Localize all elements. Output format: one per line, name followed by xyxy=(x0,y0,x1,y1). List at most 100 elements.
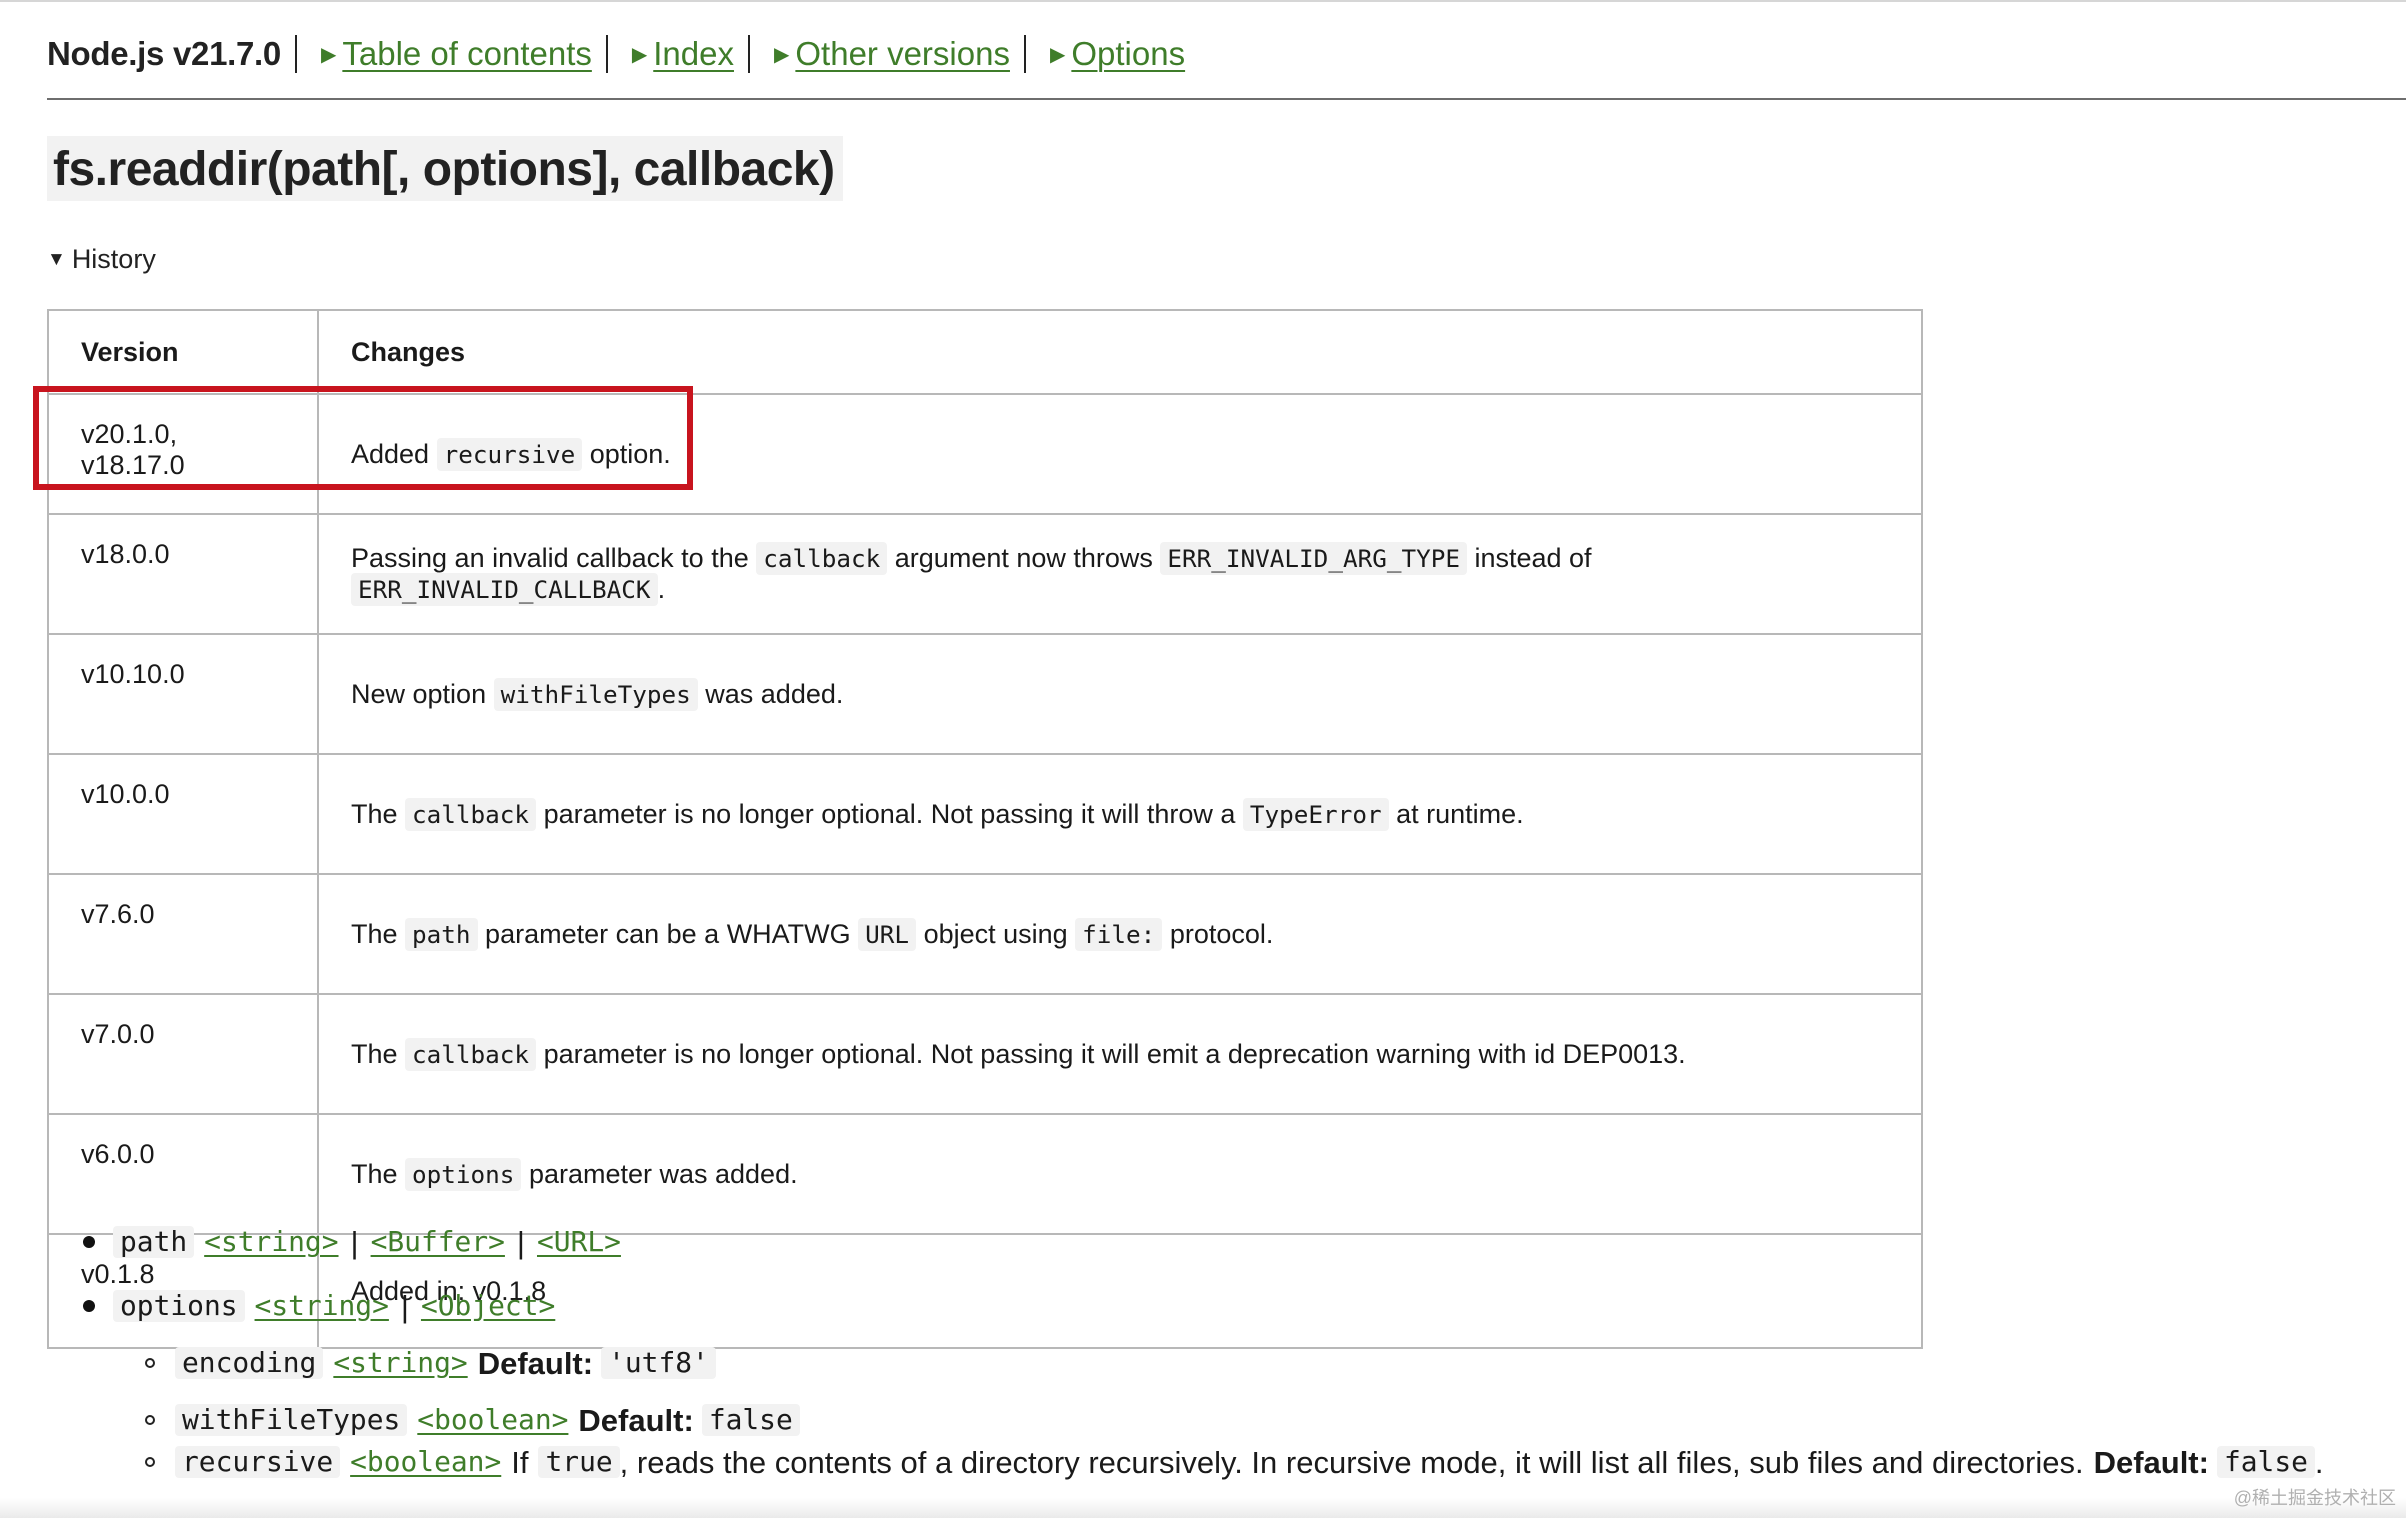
history-toggle[interactable]: ▼ History xyxy=(47,244,156,275)
description: , reads the contents of a directory recu… xyxy=(619,1444,2084,1480)
changes-cell: The callback parameter is no longer opti… xyxy=(317,753,1923,875)
type-link-string[interactable]: <string> xyxy=(204,1228,338,1256)
list-item-recursive: recursive <boolean> If true , reads the … xyxy=(47,1446,2324,1478)
list-item-withfiletypes: withFileTypes <boolean> Default: false xyxy=(47,1388,2324,1452)
text: The xyxy=(351,918,406,949)
triangle-right-icon: ▶ xyxy=(773,43,790,66)
changes-column-header: Changes xyxy=(317,309,1923,395)
table-row: v20.1.0, v18.17.0 Added recursive option… xyxy=(47,393,1923,515)
version-cell: v10.0.0 xyxy=(47,753,319,875)
table-row: v10.0.0 The callback parameter is no lon… xyxy=(47,753,1923,875)
code-span: callback xyxy=(405,1037,537,1071)
header-nav: Node.js v21.7.0 ▶ Table of contents ▶ In… xyxy=(47,0,2406,100)
doc-page: Node.js v21.7.0 ▶ Table of contents ▶ In… xyxy=(47,0,2406,1478)
options-link[interactable]: ▶ Options xyxy=(1050,35,1185,73)
default-value: false xyxy=(701,1404,800,1436)
default-value: 'utf8' xyxy=(601,1347,716,1379)
text: parameter is no longer optional. Not pas… xyxy=(536,1038,1686,1069)
changes-cell: Added recursive option. xyxy=(317,393,1923,515)
list-item-encoding: encoding <string> Default: 'utf8' xyxy=(47,1338,2324,1388)
list-item-options: options <string> | <Object> xyxy=(47,1274,2324,1338)
text: parameter was added. xyxy=(521,1158,798,1189)
text: argument now throws xyxy=(887,543,1161,573)
type-link-boolean[interactable]: <boolean> xyxy=(417,1406,568,1434)
bullet-icon xyxy=(83,1236,95,1248)
options-link-label: Options xyxy=(1071,35,1186,72)
param-name: encoding xyxy=(175,1347,324,1379)
code-span: callback xyxy=(405,797,537,831)
code-span: recursive xyxy=(436,437,583,471)
code-span: file: xyxy=(1075,917,1163,951)
table-row: v10.10.0 New option withFileTypes was ad… xyxy=(47,633,1923,755)
changes-cell: The callback parameter is no longer opti… xyxy=(317,993,1923,1115)
parameter-list: path <string> | <Buffer> | <URL> options… xyxy=(47,1210,2324,1478)
triangle-right-icon: ▶ xyxy=(631,43,648,66)
text: New option xyxy=(351,678,494,709)
text: at runtime. xyxy=(1388,798,1524,829)
toc-link[interactable]: ▶ Table of contents xyxy=(321,35,592,73)
text: Added xyxy=(351,438,437,469)
text: The xyxy=(351,1158,406,1189)
type-link-buffer[interactable]: <Buffer> xyxy=(371,1228,505,1256)
text: parameter is no longer optional. Not pas… xyxy=(536,798,1243,829)
table-header-row: Version Changes xyxy=(47,309,1923,395)
type-link-string[interactable]: <string> xyxy=(255,1292,389,1320)
table-row: v18.0.0 Passing an invalid callback to t… xyxy=(47,513,1923,635)
table-row: v7.6.0 The path parameter can be a WHATW… xyxy=(47,873,1923,995)
separator: | xyxy=(400,1288,409,1324)
text: . xyxy=(2314,1444,2324,1480)
other-versions-link[interactable]: ▶ Other versions xyxy=(774,35,1010,73)
text: instead of xyxy=(1466,543,1592,573)
text: protocol. xyxy=(1162,918,1274,949)
bottom-fade xyxy=(0,1498,2406,1518)
type-link-boolean[interactable]: <boolean> xyxy=(350,1448,501,1476)
default-label: Default: xyxy=(477,1345,594,1381)
bullet-icon xyxy=(83,1300,95,1312)
text: The xyxy=(351,798,406,829)
watermark: @稀土掘金技术社区 xyxy=(2233,1488,2396,1508)
separator: | xyxy=(350,1224,359,1260)
index-link[interactable]: ▶ Index xyxy=(632,35,734,73)
code-span: options xyxy=(405,1157,522,1191)
code-span: URL xyxy=(858,917,917,951)
type-link-url[interactable]: <URL> xyxy=(537,1228,621,1256)
true-value: true xyxy=(538,1446,620,1478)
code-span: callback xyxy=(756,542,888,575)
circle-bullet-icon xyxy=(145,1457,155,1467)
history-label: History xyxy=(71,244,156,274)
version-cell: v10.10.0 xyxy=(47,633,319,755)
version-column-header: Version xyxy=(47,309,319,395)
triangle-right-icon: ▶ xyxy=(1049,43,1066,66)
separator: | xyxy=(516,1224,525,1260)
circle-bullet-icon xyxy=(145,1415,155,1425)
text: If xyxy=(511,1444,529,1480)
table-row: v7.0.0 The callback parameter is no long… xyxy=(47,993,1923,1115)
text: was added. xyxy=(697,678,844,709)
code-span: withFileTypes xyxy=(493,677,698,711)
text: The xyxy=(351,1038,406,1069)
param-name: withFileTypes xyxy=(175,1404,408,1436)
nav-separator xyxy=(1023,35,1026,73)
type-link-object[interactable]: <Object> xyxy=(421,1292,555,1320)
nav-separator xyxy=(605,35,608,73)
site-version-title: Node.js v21.7.0 xyxy=(47,35,281,72)
type-link-string[interactable]: <string> xyxy=(333,1349,467,1377)
circle-bullet-icon xyxy=(145,1358,155,1368)
default-value: false xyxy=(2216,1446,2315,1478)
text: object using xyxy=(916,918,1076,949)
param-name: path xyxy=(113,1226,195,1258)
version-cell: v20.1.0, v18.17.0 xyxy=(47,393,319,515)
nav-separator xyxy=(294,35,297,73)
code-span: path xyxy=(405,917,478,951)
list-item-path: path <string> | <Buffer> | <URL> xyxy=(47,1210,2324,1274)
version-cell: v18.0.0 xyxy=(47,513,319,635)
history-table: Version Changes v20.1.0, v18.17.0 Added … xyxy=(47,309,1923,1349)
param-name: options xyxy=(113,1290,245,1322)
api-heading: fs.readdir(path[, options], callback) xyxy=(47,136,843,201)
code-span: ERR_INVALID_ARG_TYPE xyxy=(1160,542,1467,575)
toc-link-label: Table of contents xyxy=(342,35,592,72)
text: . xyxy=(657,574,666,604)
index-link-label: Index xyxy=(653,35,734,72)
triangle-right-icon: ▶ xyxy=(320,43,337,66)
text: parameter can be a WHATWG xyxy=(477,918,859,949)
